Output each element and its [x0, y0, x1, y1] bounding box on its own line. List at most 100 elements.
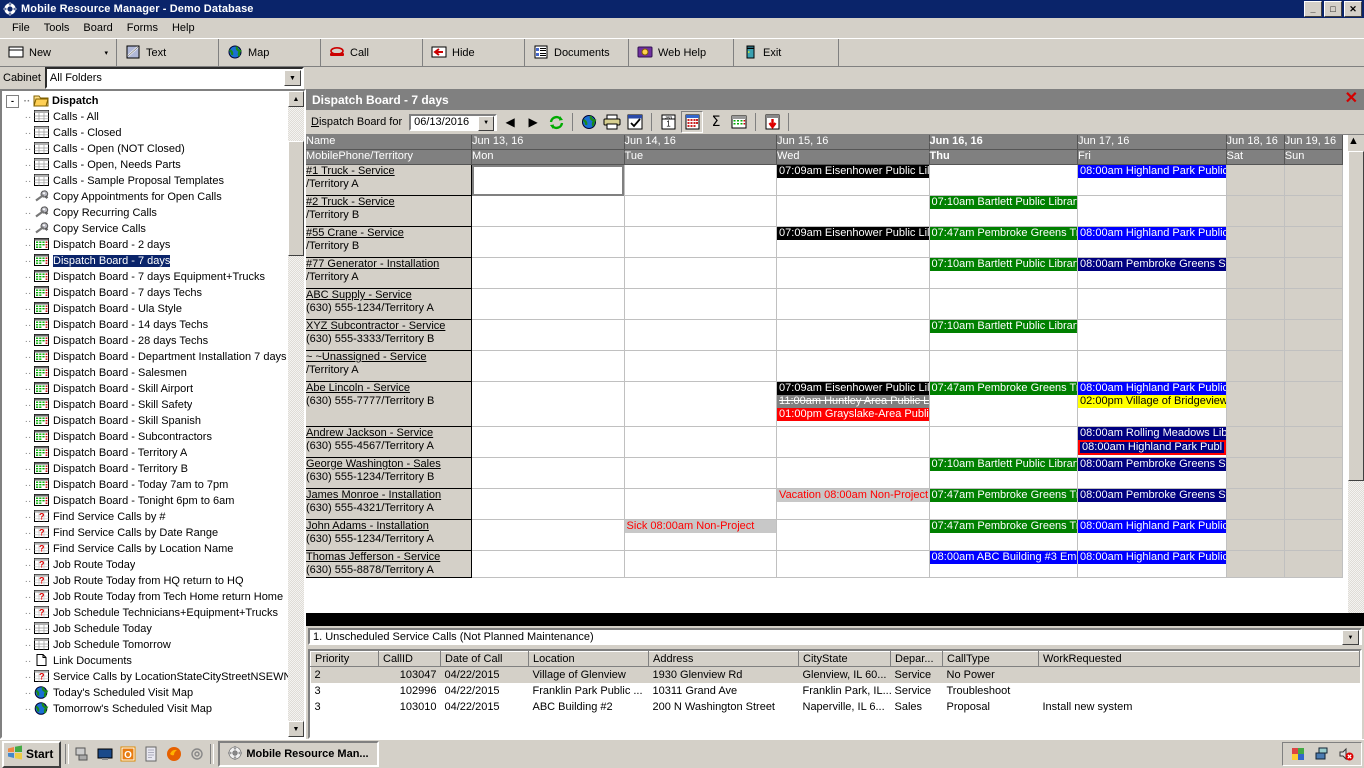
colors-icon[interactable]	[1289, 745, 1307, 763]
cabinet-select[interactable]: All Folders ▼	[44, 67, 304, 89]
scroll-up-button[interactable]: ▲	[288, 91, 304, 107]
table-row[interactable]: 3 103010 04/22/2015 ABC Building #2 200 N Wa…	[311, 699, 1360, 715]
tree-node-30[interactable]: ··? Job Route Today from Tech Home return…	[2, 589, 288, 605]
schedule-cell-thu[interactable]	[929, 288, 1079, 320]
schedule-cell-fri[interactable]	[1077, 350, 1227, 382]
toolbar-new-button[interactable]: New ▾	[0, 39, 117, 66]
calendar-day-icon[interactable]: JAN 1	[658, 112, 678, 132]
schedule-cell-tue[interactable]	[624, 426, 778, 458]
firefox-icon[interactable]	[165, 745, 183, 763]
tree-node-2[interactable]: ·· Calls - Open (NOT Closed)	[2, 141, 288, 157]
grid-icon[interactable]	[729, 112, 749, 132]
schedule-cell-thu[interactable]: 07:47am Pembroke Greens Tr	[929, 226, 1079, 258]
grid-col-date-tue[interactable]: Jun 14, 16	[624, 135, 778, 150]
start-button[interactable]: Start	[2, 740, 62, 768]
refresh-icon[interactable]	[546, 112, 566, 132]
menu-item-board[interactable]: Board	[76, 20, 119, 36]
schedule-cell-sat[interactable]	[1226, 288, 1285, 320]
appointment-block[interactable]: 07:10am Bartlett Public Library	[929, 320, 1077, 333]
schedule-cell-wed[interactable]	[776, 519, 930, 551]
appointment-block[interactable]: 08:00am Highland Park Public	[1078, 551, 1226, 564]
resource-name-cell[interactable]: James Monroe - Installation (630) 555-432…	[306, 488, 473, 520]
schedule-cell-mon[interactable]	[471, 226, 625, 258]
schedule-cell-thu[interactable]: 07:47am Pembroke Greens Tr	[929, 381, 1079, 427]
schedule-cell-tue[interactable]	[624, 226, 778, 258]
schedule-cell-thu[interactable]: 07:47am Pembroke Greens Tr	[929, 519, 1079, 551]
schedule-cell-fri[interactable]: 08:00am Highland Park Public 02:00pm Vill…	[1077, 381, 1227, 427]
tree-node-19[interactable]: ·· Dispatch Board - Skill Spanish	[2, 413, 288, 429]
schedule-cell-mon[interactable]	[471, 288, 625, 320]
toolbar-text-button[interactable]: Text	[117, 39, 219, 66]
tree-node-14[interactable]: ·· Dispatch Board - 28 days Techs	[2, 333, 288, 349]
next-day-button[interactable]: ▶	[523, 112, 543, 132]
appointment-block[interactable]: 07:10am Bartlett Public Library	[929, 458, 1077, 471]
grid-col-day-wed[interactable]: Wed	[776, 149, 930, 165]
schedule-cell-sat[interactable]	[1226, 319, 1285, 351]
schedule-cell-sun[interactable]	[1284, 519, 1344, 551]
schedule-cell-tue[interactable]	[624, 350, 778, 382]
calendar-month-icon[interactable]	[681, 111, 704, 133]
list-col-priority[interactable]: Priority	[310, 651, 379, 667]
schedule-cell-sat[interactable]	[1226, 381, 1285, 427]
unscheduled-table[interactable]: Priority CallID Date of Call Location Addres…	[310, 651, 1360, 715]
schedule-cell-tue[interactable]: Sick 08:00am Non-Project	[624, 519, 778, 551]
resource-name-cell[interactable]: #2 Truck - Service/Territory B	[306, 195, 473, 227]
grid-col-date-sat[interactable]: Jun 18, 16	[1226, 135, 1285, 150]
schedule-cell-sun[interactable]	[1284, 257, 1344, 289]
schedule-cell-sun[interactable]	[1284, 457, 1344, 489]
schedule-cell-tue[interactable]	[624, 319, 778, 351]
tree-node-36[interactable]: ·· Today's Scheduled Visit Map	[2, 685, 288, 701]
menu-item-tools[interactable]: Tools	[37, 20, 77, 36]
chevron-down-icon[interactable]: ▼	[478, 115, 495, 131]
appointment-block[interactable]: 07:47am Pembroke Greens Tr	[929, 489, 1077, 502]
schedule-cell-thu[interactable]: 07:10am Bartlett Public Library	[929, 319, 1079, 351]
schedule-cell-wed[interactable]	[776, 426, 930, 458]
schedule-cell-sun[interactable]	[1284, 226, 1344, 258]
tree-node-16[interactable]: ·· Dispatch Board - Salesmen	[2, 365, 288, 381]
resource-name-cell[interactable]: #55 Crane - Service/Territory B	[306, 226, 473, 258]
tree-scrollbar[interactable]: ▲ ▼	[288, 91, 304, 737]
resource-name-cell[interactable]: Andrew Jackson - Service (630) 555-4567/T…	[306, 426, 473, 458]
schedule-cell-sat[interactable]	[1226, 195, 1285, 227]
tree-node-1[interactable]: ·· Calls - Closed	[2, 125, 288, 141]
tree-node-3[interactable]: ·· Calls - Open, Needs Parts	[2, 157, 288, 173]
schedule-cell-sat[interactable]	[1226, 164, 1285, 196]
tree-node-13[interactable]: ·· Dispatch Board - 14 days Techs	[2, 317, 288, 333]
tree-node-34[interactable]: ·· Link Documents	[2, 653, 288, 669]
schedule-cell-mon[interactable]	[471, 457, 625, 489]
schedule-cell-mon[interactable]	[471, 381, 625, 427]
resource-name-cell[interactable]: Abe Lincoln - Service (630) 555-7777/Terr…	[306, 381, 473, 427]
sigma-icon[interactable]: Σ	[706, 112, 726, 132]
map-globe-icon[interactable]	[579, 112, 599, 132]
schedule-cell-wed[interactable]: Vacation 08:00am Non-Project	[776, 488, 930, 520]
chevron-down-icon[interactable]: ▼	[1342, 630, 1359, 645]
volume-mute-icon[interactable]	[1337, 745, 1355, 763]
toolbar-webhelp-button[interactable]: Web Help	[629, 39, 734, 66]
schedule-cell-tue[interactable]	[624, 195, 778, 227]
tree-node-12[interactable]: ·· Dispatch Board - Ula Style	[2, 301, 288, 317]
list-col-location[interactable]: Location	[528, 651, 649, 667]
schedule-cell-wed[interactable]	[776, 257, 930, 289]
appointment-block[interactable]: 11:00am Huntley Area Public L	[777, 395, 929, 408]
schedule-cell-mon[interactable]	[471, 164, 625, 196]
tree-expander[interactable]: -	[6, 94, 19, 108]
tree-node-24[interactable]: ·· Dispatch Board - Tonight 6pm to 6am	[2, 493, 288, 509]
tree-node-22[interactable]: ·· Dispatch Board - Territory B	[2, 461, 288, 477]
tree-node-26[interactable]: ··? Find Service Calls by Date Range	[2, 525, 288, 541]
schedule-cell-fri[interactable]	[1077, 319, 1227, 351]
appointment-block[interactable]: 08:00am Pembroke Greens Sy	[1078, 489, 1226, 502]
schedule-cell-tue[interactable]	[624, 488, 778, 520]
appointment-block[interactable]: 07:10am Bartlett Public Library	[929, 258, 1077, 271]
chevron-down-icon[interactable]: ▼	[283, 70, 301, 86]
scrollbar-thumb[interactable]	[1348, 151, 1364, 481]
schedule-cell-thu[interactable]: 07:10am Bartlett Public Library	[929, 257, 1079, 289]
schedule-cell-wed[interactable]: 07:09am Eisenhower Public Lil	[776, 226, 930, 258]
schedule-cell-mon[interactable]	[471, 257, 625, 289]
monitor-icon[interactable]	[96, 745, 114, 763]
tree-node-5[interactable]: ·· Copy Appointments for Open Calls	[2, 189, 288, 205]
schedule-cell-fri[interactable]: 08:00am Pembroke Greens Sy	[1077, 457, 1227, 489]
appointment-block[interactable]: 08:00am Highland Park Public	[1078, 520, 1226, 533]
export-down-icon[interactable]	[762, 112, 782, 132]
tree-node-9[interactable]: ·· Dispatch Board - 7 days	[2, 253, 288, 269]
toolbar-documents-button[interactable]: Documents	[525, 39, 629, 66]
